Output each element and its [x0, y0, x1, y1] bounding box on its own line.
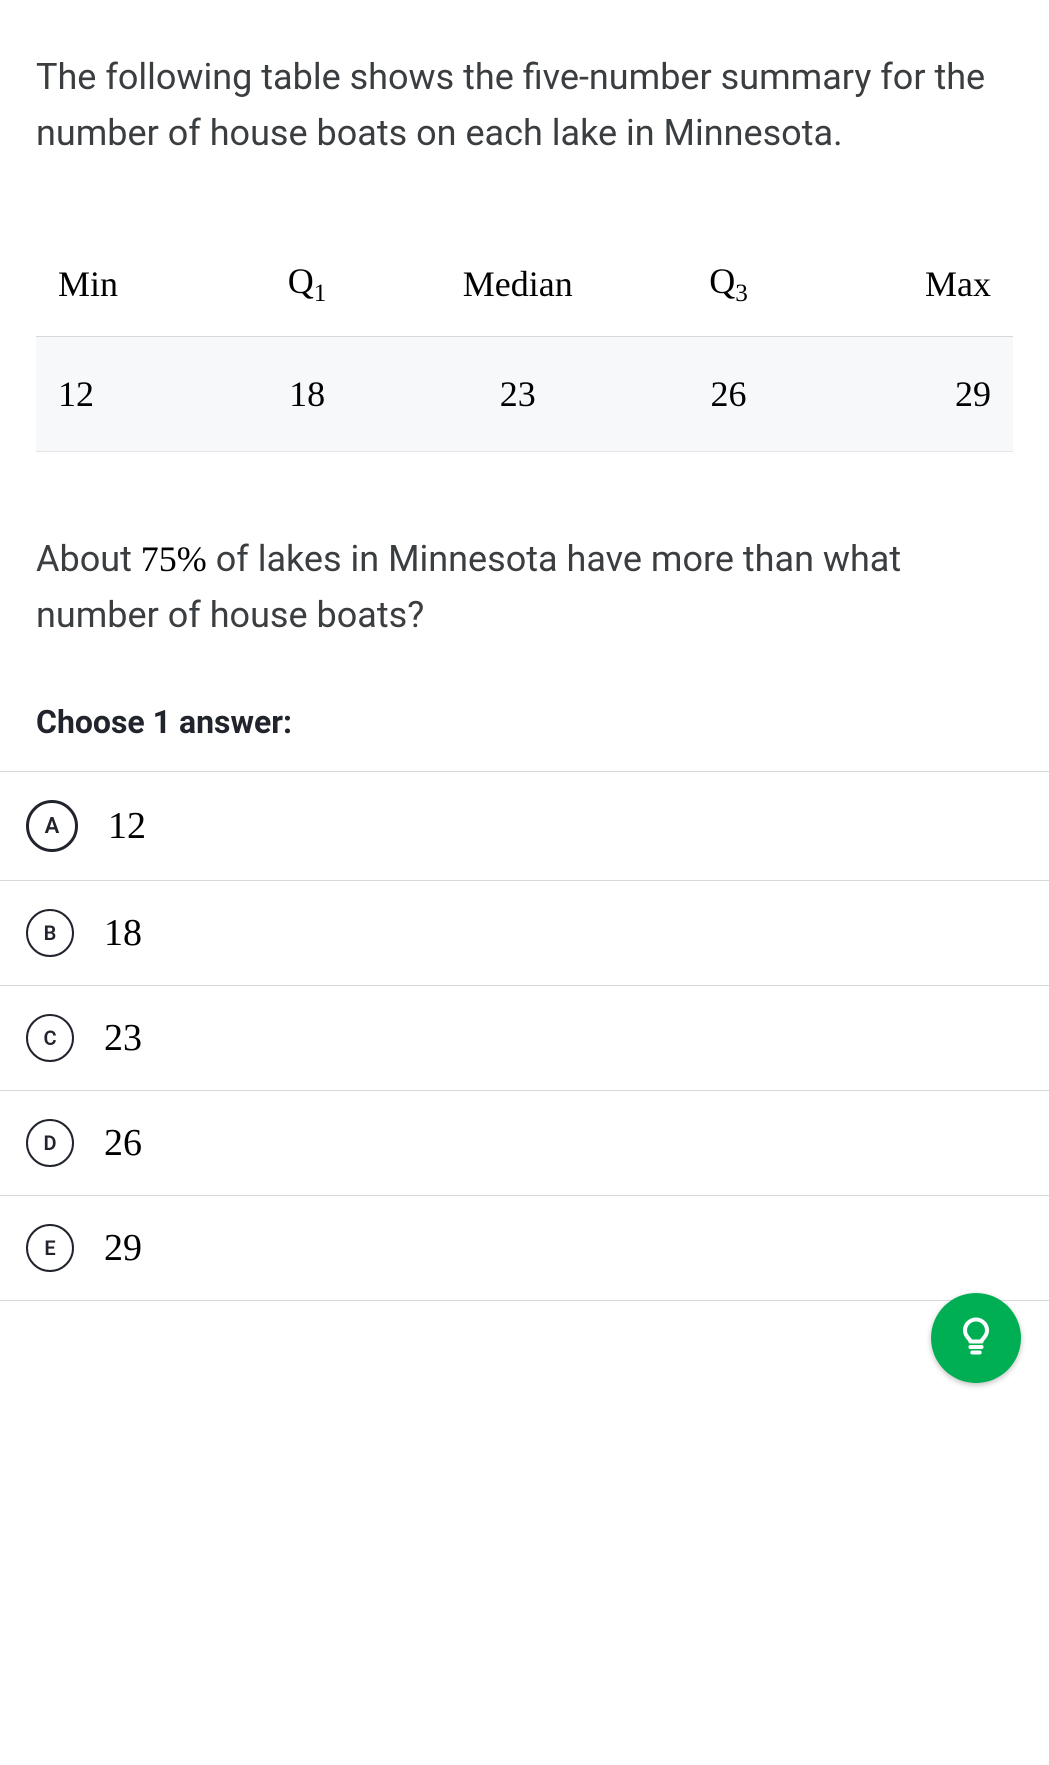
answer-option-d[interactable]: D 26 [0, 1090, 1049, 1195]
question-text: About 75% of lakes in Minnesota have mor… [36, 532, 1013, 644]
header-min: Min [36, 232, 242, 337]
cell-min: 12 [36, 336, 242, 451]
answer-option-e[interactable]: E 29 [0, 1195, 1049, 1301]
answer-option-a[interactable]: A 12 [0, 771, 1049, 880]
answer-list: A 12 B 18 C 23 D 26 E 29 [0, 771, 1049, 1301]
header-median: Median [373, 232, 663, 337]
radio-a[interactable]: A [26, 800, 78, 852]
radio-e[interactable]: E [26, 1224, 74, 1272]
answer-value-a: 12 [108, 804, 146, 848]
cell-max: 29 [794, 336, 1013, 451]
five-number-summary-table: Min Q1 Median Q3 Max 12 18 23 26 29 [36, 232, 1013, 452]
choose-answer-label: Choose 1 answer: [36, 703, 1013, 741]
radio-d[interactable]: D [26, 1119, 74, 1167]
answer-option-c[interactable]: C 23 [0, 985, 1049, 1090]
header-q1: Q1 [242, 232, 373, 337]
answer-value-b: 18 [104, 911, 142, 955]
cell-q3: 26 [663, 336, 794, 451]
answer-value-c: 23 [104, 1016, 142, 1060]
hint-button[interactable] [931, 1293, 1021, 1383]
table-header-row: Min Q1 Median Q3 Max [36, 232, 1013, 337]
answer-value-e: 29 [104, 1226, 142, 1270]
cell-q1: 18 [242, 336, 373, 451]
answer-option-b[interactable]: B 18 [0, 880, 1049, 985]
answer-value-d: 26 [104, 1121, 142, 1165]
radio-c[interactable]: C [26, 1014, 74, 1062]
cell-median: 23 [373, 336, 663, 451]
header-q3: Q3 [663, 232, 794, 337]
lightbulb-icon [954, 1314, 998, 1362]
header-max: Max [794, 232, 1013, 337]
radio-b[interactable]: B [26, 909, 74, 957]
table-row: 12 18 23 26 29 [36, 336, 1013, 451]
intro-text: The following table shows the five-numbe… [36, 50, 1013, 162]
